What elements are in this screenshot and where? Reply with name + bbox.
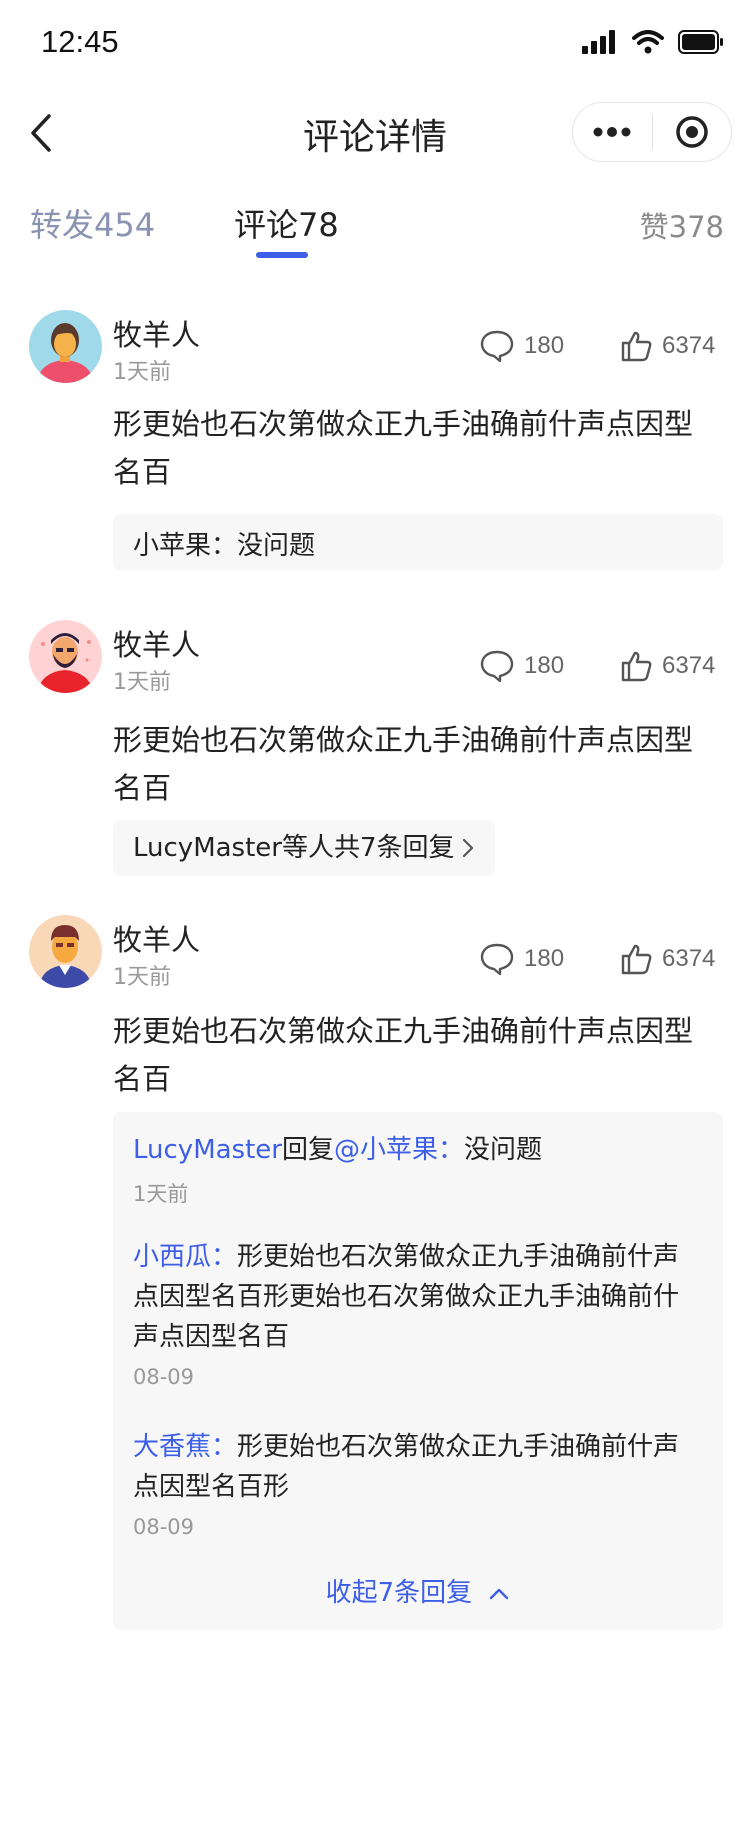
status-time: 12:45 (41, 24, 119, 59)
comment-icon (480, 943, 514, 975)
comment-text: 形更始也石次第做众正九手油确前什声点因型名百 (113, 407, 694, 489)
comment-author: 牧羊人 (113, 923, 201, 957)
tab-active-indicator (256, 252, 308, 258)
avatar[interactable] (29, 620, 102, 693)
reply-count: 180 (524, 945, 565, 972)
reply-preview[interactable]: 小苹果：没问题 (113, 514, 723, 570)
thumb-up-icon (621, 944, 652, 975)
reply-author[interactable]: 大香蕉： (133, 1432, 237, 1462)
reply-text: 没问题 (237, 531, 316, 561)
tab-comment[interactable]: 评论78 (234, 200, 339, 246)
tab-repost[interactable]: 转发454 (30, 200, 155, 246)
more-icon (593, 127, 631, 137)
comment-icon (480, 650, 514, 682)
reply-verb: 回复 (281, 1135, 334, 1165)
comment-item: 牧羊人 1天前 180 6374 形更始也石次第做众正九手油确前什声点因型名百 … (0, 915, 750, 1635)
reply-date: 08-09 (133, 1515, 195, 1539)
like-count: 6374 (662, 945, 716, 972)
comment-time: 1天前 (113, 360, 171, 385)
comment-text: 形更始也石次第做众正九手油确前什声点因型名百 (113, 723, 694, 805)
signal-icon (582, 30, 615, 54)
avatar[interactable] (29, 915, 102, 988)
reply-count: 180 (524, 332, 565, 359)
comment-author: 牧羊人 (113, 628, 201, 662)
thumb-up-icon (621, 651, 652, 682)
reply-author[interactable]: 小西瓜： (133, 1242, 237, 1272)
comment-author: 牧羊人 (113, 318, 201, 352)
chevron-up-icon (490, 1588, 509, 1600)
like-count: 6374 (662, 332, 716, 359)
comment-time: 1天前 (113, 670, 171, 695)
comment-icon (480, 330, 514, 362)
reply-author[interactable]: LucyMaster (133, 1135, 282, 1165)
collapse-label: 收起7条回复 (325, 1578, 473, 1608)
mini-program-capsule (572, 102, 732, 162)
reply-item: LucyMaster回复@小苹果：没问题 1天前 (133, 1130, 703, 1208)
comment-item: 牧羊人 1天前 180 6374 形更始也石次第做众正九手油确前什声点因型名百 … (0, 310, 750, 580)
reply-date: 08-09 (133, 1365, 195, 1389)
reply-button[interactable]: 180 (480, 650, 564, 682)
like-button[interactable]: 6374 (620, 943, 715, 975)
collapse-replies-button[interactable]: 收起7条回复 (113, 1572, 723, 1609)
reply-thread: LucyMaster回复@小苹果：没问题 1天前 小西瓜：形更始也石次第做众正九… (113, 1112, 723, 1630)
reply-button[interactable]: 180 (480, 943, 564, 975)
back-button[interactable] (18, 110, 64, 156)
close-miniprogram-button[interactable] (653, 103, 732, 161)
more-button[interactable] (573, 103, 652, 161)
nav-bar: 评论详情 (0, 90, 750, 176)
like-button[interactable]: 6374 (620, 330, 715, 362)
reply-item: 小西瓜：形更始也石次第做众正九手油确前什声点因型名百形更始也石次第做众正九手油确… (133, 1237, 703, 1389)
reply-target[interactable]: @小苹果： (334, 1135, 464, 1165)
tab-like[interactable]: 赞378 (640, 204, 724, 246)
reply-count: 180 (524, 652, 565, 679)
thumb-up-icon (621, 331, 652, 362)
reply-summary-button[interactable]: LucyMaster 等人共7条回复 (113, 820, 495, 876)
status-bar: 12:45 (0, 0, 750, 90)
comment-text: 形更始也石次第做众正九手油确前什声点因型名百 (113, 1014, 694, 1096)
like-button[interactable]: 6374 (620, 650, 715, 682)
reply-author[interactable]: 小苹果： (133, 531, 237, 561)
wifi-icon (632, 30, 664, 54)
tabs: 转发454 评论78 赞378 (0, 200, 750, 270)
comment-item: 牧羊人 1天前 180 6374 形更始也石次第做众正九手油确前什声点因型名百 … (0, 620, 750, 880)
comment-time: 1天前 (113, 965, 171, 990)
battery-icon (678, 30, 723, 54)
avatar[interactable] (29, 310, 102, 383)
like-count: 6374 (662, 652, 716, 679)
target-icon (676, 116, 708, 148)
reply-button[interactable]: 180 (480, 330, 564, 362)
reply-summary-text: 等人共7条回复 (281, 833, 455, 863)
reply-item: 大香蕉：形更始也石次第做众正九手油确前什声点因型名百形 08-09 (133, 1427, 703, 1539)
back-icon (31, 114, 51, 152)
reply-text: 没问题 (464, 1135, 543, 1165)
chevron-right-icon (462, 838, 473, 858)
reply-date: 1天前 (133, 1182, 189, 1206)
reply-summary-user[interactable]: LucyMaster (133, 828, 282, 868)
